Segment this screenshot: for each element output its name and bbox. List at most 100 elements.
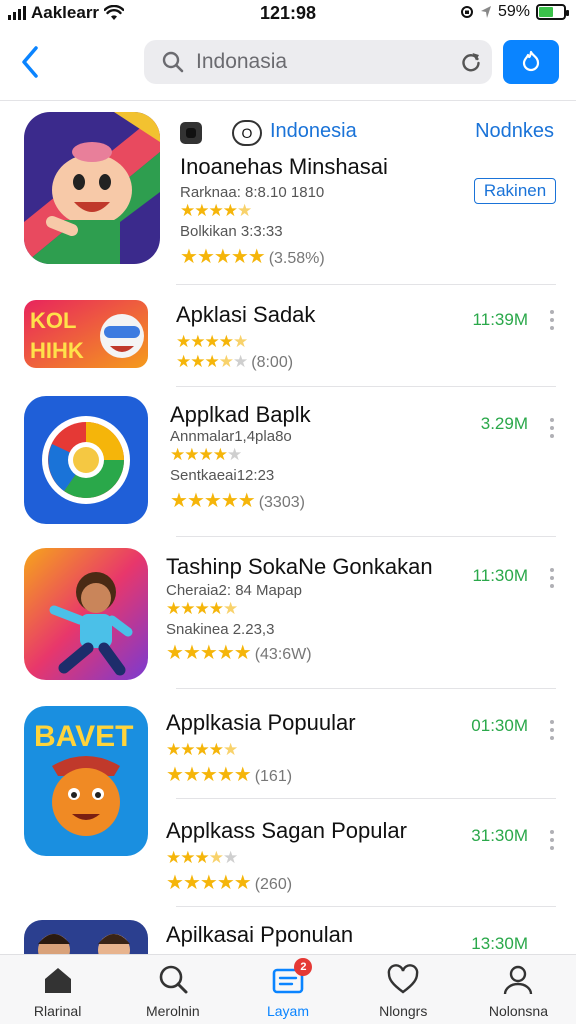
- tab-search[interactable]: Merolnin: [115, 955, 230, 1024]
- tab-label: Layam: [266, 1003, 310, 1019]
- star-icon: ★: [190, 332, 205, 351]
- row-divider: [176, 798, 556, 799]
- star-icon: ★: [170, 490, 188, 512]
- star-icon: ★: [180, 848, 195, 867]
- star-icon: ★: [216, 764, 235, 786]
- app-size: 11:30M: [472, 566, 528, 585]
- svg-text:HIHK: HIHK: [30, 338, 84, 363]
- star-icon: ★: [176, 332, 191, 351]
- app-subtitle: Annmalar1,4pla8o: [170, 428, 292, 445]
- app-icon-people: [24, 920, 148, 954]
- tab-profile[interactable]: Nolonsna: [461, 955, 576, 1024]
- install-button[interactable]: Rakinen: [474, 178, 556, 204]
- featured-category[interactable]: Indonesia: [270, 120, 357, 143]
- featured-app-icon: [24, 112, 160, 264]
- app-title: Apklasi Sadak: [176, 302, 316, 327]
- app-row[interactable]: BAVET Applkasia Popuular ★★★★★ ★★★★★ (161…: [0, 690, 576, 856]
- star-icon: ★: [184, 445, 199, 464]
- star-icon: ★: [233, 642, 252, 664]
- star-icon: ★: [218, 332, 234, 351]
- app-title: Apilkasai Pponulan: [166, 922, 354, 947]
- row-divider: [176, 688, 556, 689]
- app-row[interactable]: Apilkasai Pponulan 13:30M: [0, 908, 576, 954]
- app-row[interactable]: KOL HIHK Apklasi Sadak ★★★★★ ★★★★★ (8:00)…: [0, 286, 576, 386]
- more-options-icon[interactable]: [550, 830, 556, 850]
- rating-stars: ★★★★★: [166, 848, 407, 868]
- row-divider: [176, 536, 556, 537]
- more-options-icon[interactable]: [550, 568, 556, 588]
- app-icon-chrome: [24, 396, 148, 524]
- star-icon: ★: [182, 642, 201, 664]
- star-icon: ★: [208, 599, 224, 618]
- featured-subtitle-2: Bolkikan 3:3:33: [180, 223, 283, 240]
- star-icon: ★: [166, 642, 184, 664]
- star-icon: ★: [212, 445, 228, 464]
- tab-home[interactable]: Rlarinal: [0, 955, 115, 1024]
- star-icon: ★: [223, 599, 238, 618]
- heart-icon: [387, 964, 419, 994]
- app-row[interactable]: Applkad Baplk Annmalar1,4pla8o ★★★★★ Sen…: [0, 388, 576, 536]
- star-icon: ★: [223, 740, 238, 759]
- app-row[interactable]: Applkass Sagan Popular ★★★★★ ★★★★★ (260) …: [0, 800, 576, 906]
- o-badge-icon: O: [232, 120, 262, 146]
- star-icon: ★: [186, 490, 205, 512]
- star-icon: ★: [222, 201, 238, 220]
- star-icon: ★: [237, 201, 252, 220]
- app-row[interactable]: Tashinp SokaNe Gonkakan Cheraia2: 84 Map…: [0, 538, 576, 688]
- star-icon: ★: [208, 848, 224, 867]
- rating-stars: ★★★★★: [176, 332, 315, 352]
- rating-count: (8:00): [251, 354, 294, 371]
- star-icon: ★: [237, 490, 256, 512]
- rating-stars: ★★★★★: [180, 201, 388, 221]
- star-icon: ★: [180, 599, 195, 618]
- app-subtitle-2: Snakinea 2.23,3: [166, 621, 275, 638]
- star-icon: ★: [182, 764, 201, 786]
- row-divider: [176, 906, 556, 907]
- app-info: Applkad Baplk Annmalar1,4pla8o ★★★★★ Sen…: [170, 402, 311, 513]
- app-info: Apklasi Sadak ★★★★★ ★★★★★ (8:00): [176, 302, 315, 372]
- featured-link[interactable]: Nodnkes: [475, 120, 554, 143]
- star-icon: ★: [199, 642, 218, 664]
- tab-label: Nlongrs: [379, 1003, 428, 1019]
- app-subtitle: Cheraia2: 84 Mapap: [166, 582, 302, 599]
- star-icon: ★: [170, 445, 185, 464]
- rating-stars: ★★★★★: [166, 740, 356, 760]
- star-icon: ★: [227, 445, 242, 464]
- more-options-icon[interactable]: [550, 310, 556, 330]
- star-icon: ★: [208, 201, 224, 220]
- rating-count: (260): [254, 876, 293, 893]
- featured-info: Inoanehas Minshasai Rarknaa: 8:8.10 1810…: [180, 154, 388, 269]
- app-size: 11:39M: [472, 310, 528, 329]
- star-icon: ★: [199, 764, 218, 786]
- rating-stars: ★★★★★ (260): [166, 870, 407, 895]
- star-icon: ★: [166, 848, 181, 867]
- app-info: Tashinp SokaNe Gonkakan Cheraia2: 84 Map…: [166, 554, 433, 665]
- star-icon: ★: [204, 332, 220, 351]
- more-options-icon[interactable]: [550, 418, 556, 438]
- star-icon: ★: [223, 848, 238, 867]
- tab-updates[interactable]: 2 Layam: [230, 955, 345, 1024]
- star-icon: ★: [166, 872, 184, 894]
- svg-text:BAVET: BAVET: [34, 720, 133, 753]
- more-options-icon[interactable]: [550, 720, 556, 740]
- star-icon: ★: [180, 246, 198, 268]
- svg-text:KOL: KOL: [30, 308, 76, 333]
- star-icon: ★: [220, 490, 239, 512]
- tab-bar: Rlarinal Merolnin 2 Layam Nlongrs Nolons…: [0, 954, 576, 1024]
- star-icon: ★: [208, 740, 224, 759]
- profile-icon: [504, 965, 533, 995]
- app-icon-kolhihk: KOL HIHK: [24, 300, 148, 368]
- featured-app-row[interactable]: O Indonesia Nodnkes Inoanehas Minshasai …: [0, 0, 576, 280]
- rating-count: (161): [254, 768, 293, 785]
- tab-favorites[interactable]: Nlongrs: [346, 955, 461, 1024]
- rating-count: (3.58%): [268, 250, 325, 267]
- featured-header: O Indonesia Nodnkes: [180, 120, 560, 146]
- star-icon: ★: [194, 599, 210, 618]
- app-info: Applkasia Popuular ★★★★★ ★★★★★ (161): [166, 710, 356, 787]
- star-icon: ★: [196, 246, 215, 268]
- star-icon: ★: [194, 740, 210, 759]
- row-divider: [176, 284, 556, 285]
- star-icon: ★: [233, 872, 252, 894]
- app-subtitle-2: Sentkaeai12:23: [170, 467, 275, 484]
- app-size: 31:30M: [471, 826, 528, 845]
